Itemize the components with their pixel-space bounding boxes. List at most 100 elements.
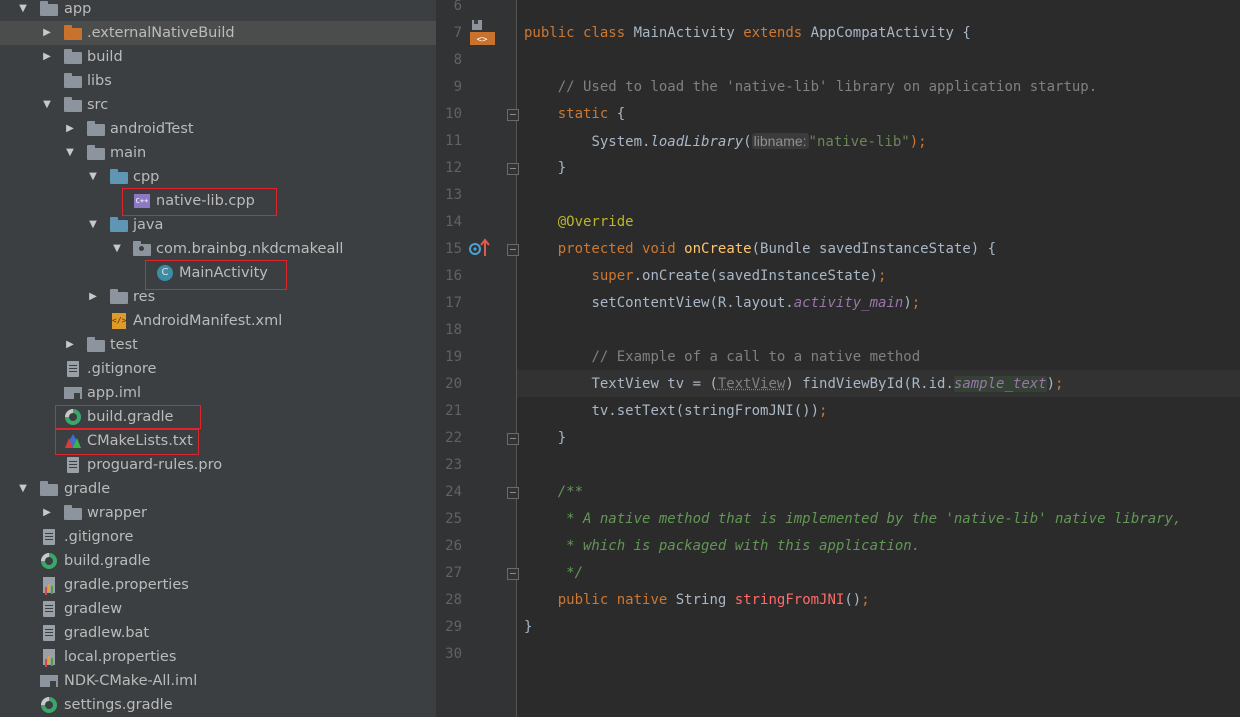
code-editor[interactable]: 6 7 8 9 10 11 12 13 14 15 16 17 18 19 20… bbox=[438, 0, 1240, 717]
highlight-cmakelists bbox=[55, 429, 199, 455]
tree-item-local-properties[interactable]: local.properties bbox=[0, 645, 436, 669]
tree-item-gradlew-bat[interactable]: gradlew.bat bbox=[0, 621, 436, 645]
line-number: 19 bbox=[445, 349, 462, 365]
code-token: tv.setText(stringFromJNI()) bbox=[591, 403, 820, 419]
folder-icon bbox=[40, 481, 58, 497]
text-file-icon bbox=[64, 457, 82, 473]
tree-item-root-build-gradle[interactable]: build.gradle bbox=[0, 549, 436, 573]
chevron-right-icon[interactable]: ▶ bbox=[63, 333, 77, 357]
tree-item-app[interactable]: ▼ app bbox=[0, 0, 436, 21]
fold-marker-icon[interactable] bbox=[507, 568, 519, 580]
folder-icon bbox=[64, 97, 82, 113]
tree-item-label: .externalNativeBuild bbox=[87, 25, 235, 41]
tree-item-gradle[interactable]: ▼ gradle bbox=[0, 477, 436, 501]
tree-item-label: local.properties bbox=[64, 649, 177, 665]
parameter-hint: libname: bbox=[751, 133, 809, 149]
highlight-mainactivity bbox=[145, 260, 287, 290]
folder-icon bbox=[64, 73, 82, 89]
tree-item-app-iml[interactable]: app.iml bbox=[0, 381, 436, 405]
tree-item-java[interactable]: ▼ java bbox=[0, 213, 436, 237]
code-token: stringFromJNI bbox=[734, 592, 845, 608]
code-line-19: // Example of a call to a native method bbox=[524, 346, 920, 368]
chevron-right-icon[interactable]: ▶ bbox=[63, 117, 77, 141]
chevron-down-icon[interactable]: ▼ bbox=[110, 237, 124, 261]
folder-icon bbox=[87, 145, 105, 161]
chevron-down-icon[interactable]: ▼ bbox=[86, 165, 100, 189]
tree-item-gitignore[interactable]: .gitignore bbox=[0, 357, 436, 381]
tree-item-label: gradlew bbox=[64, 601, 123, 617]
tree-item-androidmanifest[interactable]: </> AndroidManifest.xml bbox=[0, 309, 436, 333]
chevron-down-icon[interactable]: ▼ bbox=[86, 213, 100, 237]
tree-item-root-gitignore[interactable]: .gitignore bbox=[0, 525, 436, 549]
line-number: 9 bbox=[453, 79, 462, 95]
tree-item-label: NDK-CMake-All.iml bbox=[64, 673, 198, 689]
code-token: class bbox=[583, 25, 626, 41]
chevron-right-icon[interactable]: ▶ bbox=[40, 21, 54, 45]
chevron-right-icon[interactable]: ▶ bbox=[40, 501, 54, 525]
fold-marker-icon[interactable] bbox=[507, 109, 519, 121]
code-token: * which is packaged with this applicatio… bbox=[557, 538, 921, 554]
line-number: 23 bbox=[445, 457, 462, 473]
tree-item-label: app.iml bbox=[87, 385, 142, 401]
code-line-7: public class MainActivity extends AppCom… bbox=[524, 22, 971, 44]
tree-item-libs[interactable]: libs bbox=[0, 69, 436, 93]
tree-item-package[interactable]: ▼ com.brainbg.nkdcmakeall bbox=[0, 237, 436, 261]
line-number: 27 bbox=[445, 565, 462, 581]
tree-item-project-iml[interactable]: NDK-CMake-All.iml bbox=[0, 669, 436, 693]
tree-item-cpp[interactable]: ▼ cpp bbox=[0, 165, 436, 189]
line-number: 8 bbox=[453, 52, 462, 68]
fold-marker-icon[interactable] bbox=[507, 244, 519, 256]
code-line-16: super.onCreate(savedInstanceState); bbox=[524, 265, 886, 287]
tree-item-proguard-rules[interactable]: proguard-rules.pro bbox=[0, 453, 436, 477]
tree-item-label: app bbox=[64, 1, 92, 17]
tree-item-settings-gradle[interactable]: settings.gradle bbox=[0, 693, 436, 717]
chevron-down-icon[interactable]: ▼ bbox=[16, 0, 30, 21]
tree-item-androidtest[interactable]: ▶ androidTest bbox=[0, 117, 436, 141]
chevron-right-icon[interactable]: ▶ bbox=[86, 285, 100, 309]
folder-icon bbox=[87, 121, 105, 137]
line-number: 30 bbox=[445, 646, 462, 662]
tree-item-src[interactable]: ▼ src bbox=[0, 93, 436, 117]
tree-item-gradlew[interactable]: gradlew bbox=[0, 597, 436, 621]
tree-item-label: .gitignore bbox=[64, 529, 134, 545]
line-number: 29 bbox=[445, 619, 462, 635]
code-token: .onCreate(savedInstanceState) bbox=[633, 268, 879, 284]
code-token: sample_text bbox=[953, 376, 1047, 392]
tree-item-wrapper[interactable]: ▶ wrapper bbox=[0, 501, 436, 525]
tree-item-gradle-properties[interactable]: gradle.properties bbox=[0, 573, 436, 597]
properties-file-icon bbox=[40, 649, 58, 665]
tree-item-label: gradle bbox=[64, 481, 111, 497]
fold-marker-icon[interactable] bbox=[507, 433, 519, 445]
folder-icon bbox=[40, 1, 58, 17]
xml-file-icon: </> bbox=[110, 313, 128, 329]
text-file-icon bbox=[40, 625, 58, 641]
line-number: 14 bbox=[445, 214, 462, 230]
chevron-down-icon[interactable]: ▼ bbox=[63, 141, 77, 165]
line-number: 12 bbox=[445, 160, 462, 176]
tree-item-test[interactable]: ▶ test bbox=[0, 333, 436, 357]
code-line-10: static { bbox=[524, 103, 625, 125]
tree-item-main[interactable]: ▼ main bbox=[0, 141, 436, 165]
code-token: TextView bbox=[717, 376, 786, 392]
activity-layout-icon[interactable]: <> bbox=[470, 18, 496, 46]
chevron-down-icon[interactable]: ▼ bbox=[16, 477, 30, 501]
tree-item-label: proguard-rules.pro bbox=[87, 457, 223, 473]
fold-marker-icon[interactable] bbox=[507, 163, 519, 175]
tree-item-build[interactable]: ▶ build bbox=[0, 45, 436, 69]
fold-marker-icon[interactable] bbox=[507, 487, 519, 499]
source-folder-icon bbox=[110, 217, 128, 233]
code-token: ( bbox=[743, 134, 752, 150]
line-number: 24 bbox=[445, 484, 462, 500]
code-token: TextView tv = ( bbox=[591, 376, 718, 392]
code-line-14: @Override bbox=[524, 211, 634, 233]
code-token: void bbox=[642, 241, 676, 257]
override-marker-icon[interactable] bbox=[469, 238, 491, 258]
line-number: 28 bbox=[445, 592, 462, 608]
chevron-down-icon[interactable]: ▼ bbox=[40, 93, 54, 117]
tree-item-externalnativebuild[interactable]: ▶ .externalNativeBuild bbox=[0, 21, 436, 45]
svg-text:<>: <> bbox=[477, 35, 488, 45]
text-file-icon bbox=[64, 361, 82, 377]
code-line-11: System.loadLibrary(libname: "native-lib")… bbox=[524, 130, 927, 153]
chevron-right-icon[interactable]: ▶ bbox=[40, 45, 54, 69]
code-line-21: tv.setText(stringFromJNI()); bbox=[524, 400, 827, 422]
